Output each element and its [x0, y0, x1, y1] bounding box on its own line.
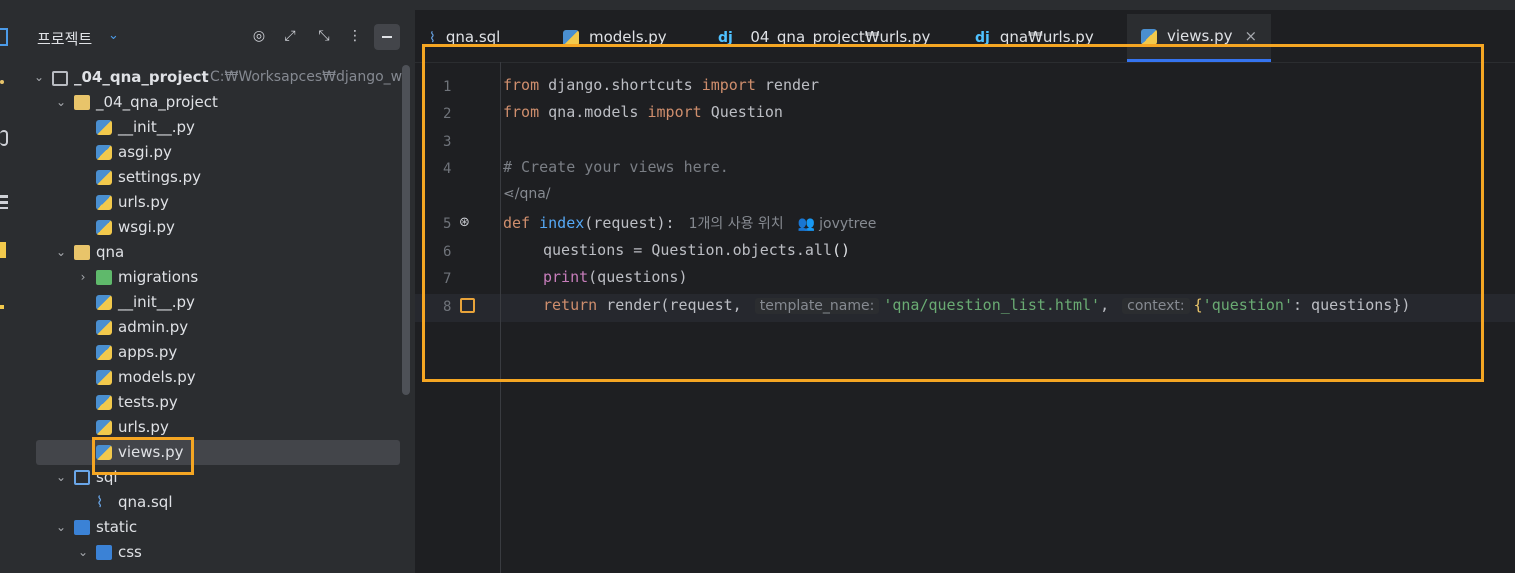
- tree-item[interactable]: tests.py: [22, 390, 415, 415]
- highlight-box-views-file: [92, 437, 194, 475]
- sidebar-scrollbar[interactable]: [402, 65, 410, 395]
- python-icon: [96, 295, 112, 310]
- tree-item-label: css: [118, 543, 142, 561]
- project-folder-icon: [52, 71, 68, 86]
- project-panel-header: 프로젝트 ⌄ ◎ ⤢ ⤡ ⋮: [22, 10, 415, 62]
- tree-item[interactable]: ⌄ _04_qna_project: [22, 90, 415, 115]
- tree-item[interactable]: urls.py: [22, 190, 415, 215]
- chevron-down-icon[interactable]: ⌄: [54, 90, 68, 115]
- tree-item-label: __init__.py: [118, 293, 195, 311]
- python-icon: [96, 320, 112, 335]
- tree-item[interactable]: ⌄ static: [22, 515, 415, 540]
- chevron-down-icon[interactable]: ⌄: [54, 240, 68, 265]
- folder-icon: [74, 245, 90, 260]
- tree-item[interactable]: admin.py: [22, 315, 415, 340]
- hide-panel-button[interactable]: [374, 24, 400, 50]
- editor-area: ⌇ qna.sql models.py dj _04_qna_project₩urls.…: [415, 10, 1515, 573]
- tree-item[interactable]: › migrations: [22, 265, 415, 290]
- python-icon: [1141, 28, 1157, 45]
- python-icon: [96, 145, 112, 160]
- options-icon[interactable]: ⋮: [345, 26, 365, 46]
- python-icon: [96, 195, 112, 210]
- tree-item[interactable]: __init__.py: [22, 290, 415, 315]
- chevron-down-icon[interactable]: ⌄: [54, 465, 68, 490]
- tree-item[interactable]: settings.py: [22, 165, 415, 190]
- expand-icon[interactable]: ⤢: [280, 26, 300, 46]
- project-tool-icon[interactable]: [0, 28, 8, 46]
- title-bar: [0, 0, 1515, 10]
- highlight-box-code: [422, 44, 1484, 382]
- project-panel: 프로젝트 ⌄ ◎ ⤢ ⤡ ⋮ ⌄ _04_qna_project C:₩Worksa…: [22, 10, 415, 573]
- close-icon[interactable]: ×: [1245, 27, 1258, 45]
- tree-item[interactable]: asgi.py: [22, 140, 415, 165]
- tree-item[interactable]: models.py: [22, 365, 415, 390]
- tree-item[interactable]: ⌄ _04_qna_project C:₩Worksapces₩django_wo: [22, 65, 415, 90]
- chevron-down-icon[interactable]: ⌄: [32, 65, 46, 90]
- tree-item[interactable]: __init__.py: [22, 115, 415, 140]
- notification-icon[interactable]: [0, 305, 4, 309]
- tree-item[interactable]: ⌄ sql: [22, 465, 415, 490]
- tree-item[interactable]: urls.py: [22, 415, 415, 440]
- tree-item[interactable]: ⌄ css: [22, 540, 415, 565]
- tree-item[interactable]: apps.py: [22, 340, 415, 365]
- tree-item-label: __init__.py: [118, 118, 195, 136]
- sql-icon: ⌇: [96, 493, 104, 511]
- web-folder-icon: [96, 545, 112, 560]
- structure-icon[interactable]: [0, 195, 8, 209]
- commit-icon[interactable]: [0, 80, 4, 84]
- target-icon[interactable]: ◎: [249, 26, 269, 46]
- tree-item[interactable]: wsgi.py: [22, 215, 415, 240]
- tree-item[interactable]: ⌇ qna.sql: [22, 490, 415, 515]
- chevron-down-icon[interactable]: ⌄: [108, 28, 119, 43]
- tree-item-label: wsgi.py: [118, 218, 175, 236]
- tree-item-label: migrations: [118, 268, 199, 286]
- python-icon: [96, 420, 112, 435]
- tree-item-label: qna.sql: [118, 493, 173, 511]
- python-icon: [96, 220, 112, 235]
- tree-item-label: tests.py: [118, 393, 178, 411]
- tree-item-label: apps.py: [118, 343, 178, 361]
- tab-label: views.py: [1167, 27, 1233, 45]
- python-icon: [96, 395, 112, 410]
- python-icon: [96, 345, 112, 360]
- tree-item-label: admin.py: [118, 318, 189, 336]
- tree-item-label: urls.py: [118, 193, 169, 211]
- project-path-hint: C:₩Worksapces₩django_wo: [210, 69, 411, 85]
- sql-folder-icon: [74, 470, 90, 485]
- tree-item-label: settings.py: [118, 168, 201, 186]
- tree-item[interactable]: views.py: [36, 440, 400, 465]
- tree-item-label: qna: [96, 243, 125, 261]
- python-icon: [96, 370, 112, 385]
- chevron-down-icon[interactable]: ⌄: [76, 540, 90, 565]
- panel-title[interactable]: 프로젝트: [37, 28, 92, 49]
- tree-item-label: static: [96, 518, 138, 536]
- python-icon: [96, 170, 112, 185]
- collapse-icon[interactable]: ⤡: [314, 26, 334, 46]
- python-icon: [96, 120, 112, 135]
- tree-item-label: asgi.py: [118, 143, 172, 161]
- web-folder-icon: [74, 520, 90, 535]
- activity-bar: [0, 10, 23, 573]
- folder-icon: [74, 95, 90, 110]
- tree-item-label: models.py: [118, 368, 196, 386]
- vcs-icon[interactable]: [0, 130, 8, 146]
- chevron-down-icon[interactable]: ⌄: [54, 515, 68, 540]
- migrations-folder-icon: [96, 270, 112, 285]
- bookmarks-icon[interactable]: [0, 242, 6, 258]
- chevron-right-icon[interactable]: ›: [76, 265, 90, 290]
- tree-item[interactable]: ⌄ qna: [22, 240, 415, 265]
- tree-item-label: _04_qna_project: [96, 93, 218, 111]
- tree-item-label: _04_qna_project: [74, 68, 209, 86]
